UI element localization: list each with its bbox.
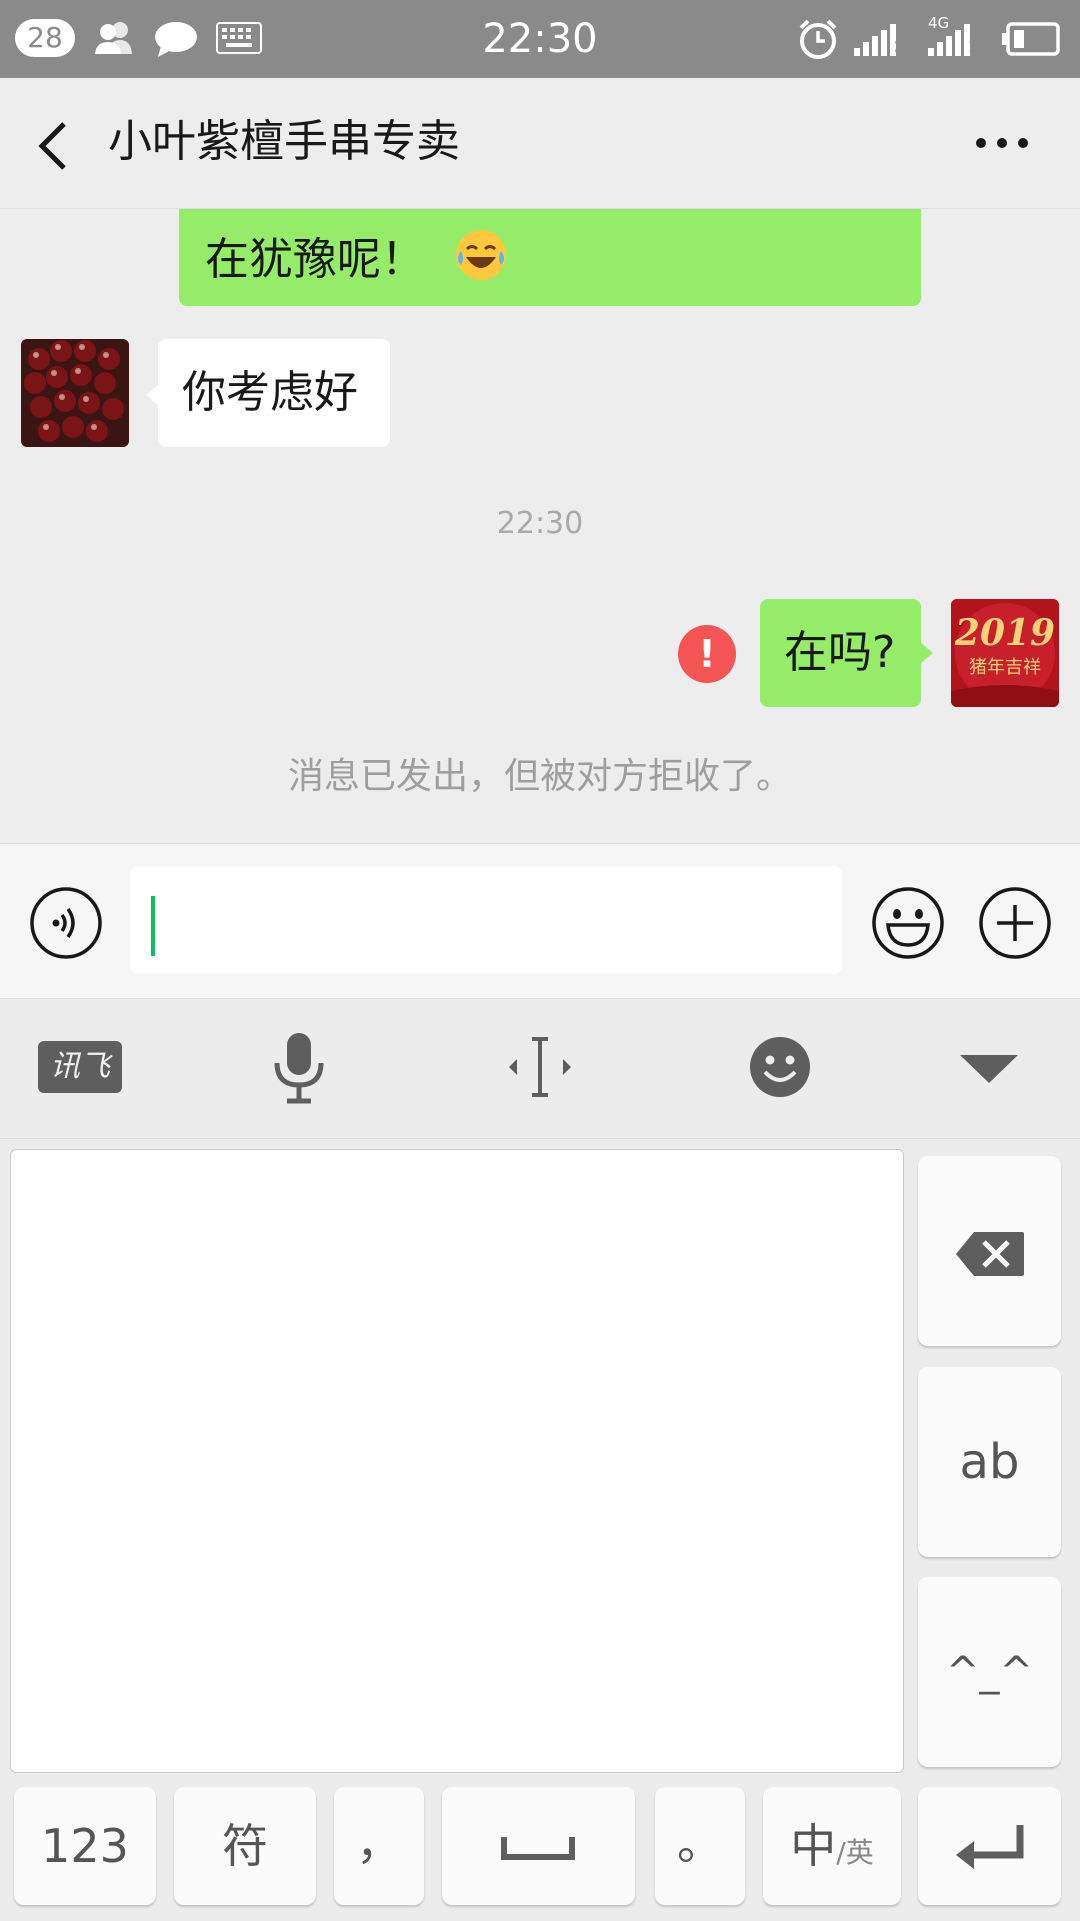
contacts-notification-icon bbox=[92, 20, 136, 60]
voice-input-toggle-icon[interactable] bbox=[28, 885, 104, 965]
avatar-year-text: 2019 bbox=[954, 612, 1056, 654]
avatar-greeting-text: 猪年吉祥 bbox=[969, 657, 1041, 678]
comma-key-label: ， bbox=[356, 1816, 402, 1870]
emoji-button-icon[interactable] bbox=[870, 885, 946, 965]
rejection-notice: 消息已发出，但被对方拒收了。 bbox=[287, 756, 792, 797]
sent-message-bubble[interactable]: 在吗? bbox=[760, 599, 921, 707]
language-main-label: 中 bbox=[790, 1819, 837, 1873]
abc-switch-label: ab bbox=[959, 1434, 1020, 1490]
message-input-bar bbox=[0, 843, 1080, 999]
received-message-bubble[interactable]: 你考虑好 bbox=[158, 339, 390, 447]
language-switch-key[interactable]: 中/英 bbox=[763, 1787, 901, 1905]
received-bubble-tail bbox=[146, 385, 158, 409]
chat-header: 小叶紫檀手串专卖 bbox=[0, 78, 1080, 209]
emoji-panel-icon[interactable] bbox=[749, 1036, 811, 1102]
chat-title: 小叶紫檀手串专卖 bbox=[108, 116, 460, 167]
sent-message-text: 在犹豫呢！ bbox=[205, 234, 425, 285]
handwriting-pad[interactable] bbox=[10, 1149, 904, 1773]
symbols-key-label: 符 bbox=[222, 1819, 268, 1873]
sent-message-text: 在吗? bbox=[784, 627, 896, 678]
ime-logo-text: 讯飞 bbox=[50, 1049, 110, 1084]
self-avatar[interactable]: 2019 猪年吉祥 bbox=[951, 599, 1059, 707]
more-options-icon[interactable] bbox=[972, 128, 1032, 162]
back-arrow-icon[interactable] bbox=[30, 116, 74, 180]
alarm-icon bbox=[797, 18, 839, 64]
send-failed-icon[interactable]: ! bbox=[678, 625, 736, 683]
sent-bubble-tail bbox=[921, 643, 933, 667]
more-functions-plus-icon[interactable] bbox=[977, 885, 1053, 965]
microphone-icon[interactable] bbox=[270, 1031, 328, 1109]
language-sub-label: /英 bbox=[836, 1836, 874, 1869]
message-notification-icon bbox=[153, 20, 199, 62]
space-bar-icon bbox=[500, 1833, 576, 1867]
emoticon-label: ^_^ bbox=[945, 1649, 1034, 1695]
enter-key[interactable] bbox=[918, 1787, 1061, 1905]
received-message-text: 你考虑好 bbox=[182, 367, 358, 418]
space-key[interactable] bbox=[442, 1787, 635, 1905]
ime-logo-button[interactable]: 讯飞 bbox=[38, 1041, 122, 1093]
laughing-crying-emoji-icon bbox=[453, 227, 509, 297]
message-input[interactable] bbox=[130, 866, 842, 974]
sim2-label: 1 bbox=[968, 37, 980, 56]
sent-message-bubble[interactable]: 在犹豫呢！ bbox=[179, 209, 921, 306]
status-bar: 28 22:30 2 4G 1 bbox=[0, 0, 1080, 78]
cursor-move-icon[interactable] bbox=[505, 1035, 575, 1103]
hide-keyboard-icon[interactable] bbox=[958, 1051, 1020, 1089]
numbers-key-label: 123 bbox=[41, 1819, 129, 1873]
symbols-key[interactable]: 符 bbox=[174, 1787, 316, 1905]
contact-avatar[interactable] bbox=[21, 339, 129, 447]
abc-switch-key[interactable]: ab bbox=[918, 1367, 1061, 1557]
comma-key[interactable]: ， bbox=[334, 1787, 424, 1905]
numbers-key[interactable]: 123 bbox=[14, 1787, 156, 1905]
backspace-icon bbox=[954, 1230, 1026, 1282]
text-cursor bbox=[151, 896, 155, 956]
period-key[interactable]: 。 bbox=[655, 1787, 745, 1905]
message-timestamp: 22:30 bbox=[496, 506, 584, 541]
keyboard-toolbar: 讯飞 bbox=[0, 998, 1080, 1139]
notification-count-badge: 28 bbox=[15, 19, 75, 57]
battery-icon bbox=[1002, 22, 1062, 60]
keyboard-notification-icon bbox=[216, 22, 262, 58]
period-key-label: 。 bbox=[677, 1816, 723, 1870]
keyboard: ab ^_^ 123 符 ， 。 中/英 bbox=[0, 1138, 1080, 1921]
emoticon-key[interactable]: ^_^ bbox=[918, 1577, 1061, 1767]
backspace-key[interactable] bbox=[918, 1156, 1061, 1346]
enter-icon bbox=[954, 1823, 1028, 1873]
sim1-label: 2 bbox=[894, 37, 906, 56]
status-time: 22:30 bbox=[482, 16, 598, 62]
